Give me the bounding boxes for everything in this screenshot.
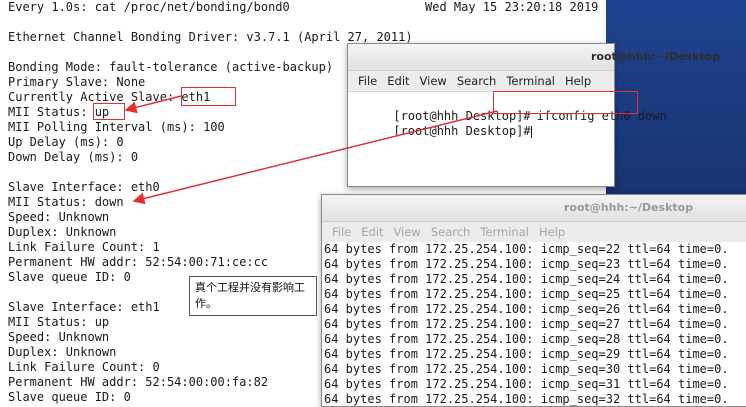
watch-line: Slave Interface: eth1 (8, 300, 160, 314)
ping-line: 64 bytes from 172.25.254.100: icmp_seq=2… (324, 302, 729, 316)
ping-line: 64 bytes from 172.25.254.100: icmp_seq=2… (324, 317, 729, 331)
watch-line: Duplex: Unknown (8, 225, 117, 239)
menu-search[interactable]: Search (427, 222, 477, 242)
watch-line: Slave queue ID: 0 (8, 390, 131, 404)
ping-line: 64 bytes from 172.25.254.100: icmp_seq=2… (324, 272, 729, 286)
watch-line: Link Failure Count: 1 (8, 240, 160, 254)
command-terminal-menubar: File Edit View Search Terminal Help (348, 71, 614, 92)
ping-terminal-menubar: File Edit View Search Terminal Help (322, 222, 746, 243)
watch-line: Currently Active Slave: eth1 (8, 90, 211, 104)
watch-line: Down Delay (ms): 0 (8, 150, 139, 164)
menu-terminal[interactable]: Terminal (476, 222, 535, 242)
watch-line: Primary Slave: None (8, 75, 146, 89)
ping-line: 64 bytes from 172.25.254.100: icmp_seq=3… (324, 362, 729, 376)
watch-line: Slave Interface: eth0 (8, 180, 160, 194)
watch-line: MII Status: down (8, 195, 124, 209)
shell-command: ifconfig eth0 down (536, 109, 667, 123)
command-terminal-body[interactable]: [root@hhh Desktop]# ifconfig eth0 down [r… (348, 93, 667, 185)
ping-terminal-titlebar[interactable]: root@hhh:~/Desktop (322, 195, 746, 222)
terminal-line-1: [root@hhh Desktop]# ifconfig eth0 down (350, 94, 666, 123)
menu-edit[interactable]: Edit (357, 222, 389, 242)
menu-help[interactable]: Help (535, 222, 571, 242)
command-terminal-titlebar[interactable]: root@hhh:~/Desktop (348, 44, 720, 71)
window-title: root@hhh:~/Desktop (564, 201, 694, 214)
watch-line: Permanent HW addr: 52:54:00:71:ce:cc (8, 255, 269, 269)
command-terminal-window[interactable]: root@hhh:~/Desktop File Edit View Search… (347, 43, 720, 187)
watch-line: Bonding Mode: fault-tolerance (active-ba… (8, 60, 334, 74)
watch-line: Up Delay (ms): 0 (8, 135, 124, 149)
watch-line: Slave queue ID: 0 (8, 270, 131, 284)
menu-help[interactable]: Help (561, 71, 597, 91)
ping-line: 64 bytes from 172.25.254.100: icmp_seq=3… (324, 377, 729, 391)
menu-terminal[interactable]: Terminal (502, 71, 561, 91)
shell-prompt: [root@hhh Desktop]# (393, 124, 531, 138)
ping-line: 64 bytes from 172.25.254.100: icmp_seq=2… (324, 332, 729, 346)
watch-line: Link Failure Count: 0 (8, 360, 160, 374)
ping-line: 64 bytes from 172.25.254.100: icmp_seq=2… (324, 347, 729, 361)
watch-timestamp: Wed May 15 23:20:18 2019 (425, 0, 599, 14)
ping-terminal-window[interactable]: root@hhh:~/Desktop File Edit View Search… (321, 194, 746, 407)
menu-file[interactable]: File (354, 71, 383, 91)
menu-view[interactable]: View (390, 222, 427, 242)
ping-line: 64 bytes from 172.25.254.100: icmp_seq=2… (324, 242, 729, 256)
watch-line: MII Polling Interval (ms): 100 (8, 120, 225, 134)
watch-line: Every 1.0s: cat /proc/net/bonding/bond0 (8, 0, 290, 14)
ping-line: 64 bytes from 172.25.254.100: icmp_seq=2… (324, 287, 729, 301)
watch-line: Speed: Unknown (8, 330, 110, 344)
watch-line: MII Status: up (8, 315, 110, 329)
watch-line: MII Status: up (8, 105, 110, 119)
watch-line: Speed: Unknown (8, 210, 110, 224)
ping-terminal-body[interactable]: 64 bytes from 172.25.254.100: icmp_seq=2… (322, 242, 746, 406)
watch-line: Permanent HW addr: 52:54:00:00:fa:82 (8, 375, 269, 389)
annotation-note: 真个工程并没有影响工作。 (189, 276, 317, 316)
cursor (530, 125, 532, 138)
watch-line: Duplex: Unknown (8, 345, 117, 359)
menu-view[interactable]: View (416, 71, 453, 91)
menu-file[interactable]: File (328, 222, 357, 242)
menu-edit[interactable]: Edit (383, 71, 415, 91)
ping-line: 64 bytes from 172.25.254.100: icmp_seq=2… (324, 257, 729, 271)
terminal-line-2: [root@hhh Desktop]# (350, 109, 532, 138)
menu-search[interactable]: Search (453, 71, 503, 91)
window-title: root@hhh:~/Desktop (591, 50, 721, 63)
